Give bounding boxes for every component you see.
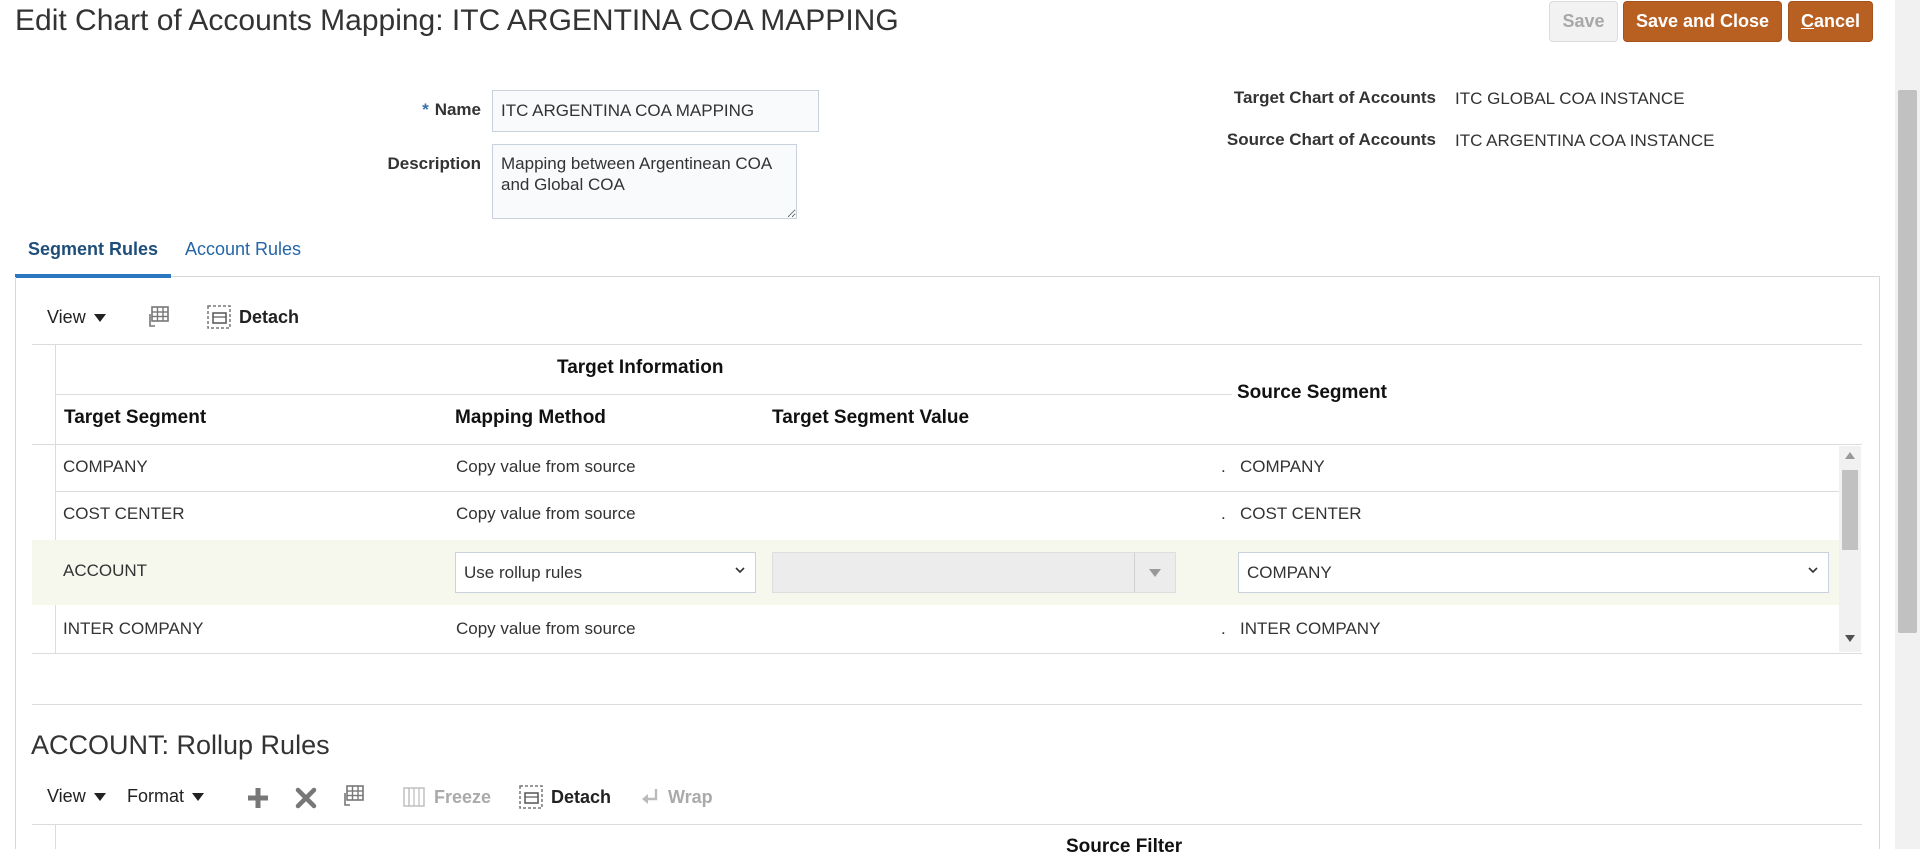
freeze-button: Freeze [434, 787, 492, 807]
freeze-columns-icon[interactable] [341, 783, 367, 809]
table-row-1-separator: . [1221, 457, 1226, 476]
add-icon[interactable] [245, 785, 271, 811]
cancel-button[interactable]: Cancel [1788, 1, 1873, 42]
rollup-row-header-divider [55, 824, 56, 849]
cancel-accesskey: C [1800, 11, 1814, 31]
page-scrollbar-thumb[interactable] [1898, 90, 1917, 633]
wrap-icon [642, 789, 658, 804]
freeze-columns-icon[interactable] [146, 304, 172, 330]
target-segment-value-combobox[interactable] [772, 552, 1176, 593]
view-menu-label: View [47, 307, 86, 327]
required-indicator: * [422, 100, 429, 119]
mapping-method-select-value: Use rollup rules [464, 562, 583, 582]
chevron-down-icon [1808, 567, 1818, 574]
caret-down-icon [192, 793, 205, 802]
table-top-border [32, 344, 1862, 345]
rollup-detach-button[interactable]: Detach [551, 787, 611, 808]
table-bottom-border [32, 653, 1862, 654]
table-row-2-target-segment: COST CENTER [63, 504, 185, 523]
target-coa-value: ITC GLOBAL COA INSTANCE [1455, 89, 1685, 108]
detach-button[interactable]: Detach [239, 307, 299, 328]
wrap-button: Wrap [668, 787, 713, 807]
source-segment-select-value: COMPANY [1247, 562, 1332, 582]
description-label: Description [387, 154, 481, 173]
save-and-close-button[interactable]: Save and Close [1623, 1, 1782, 42]
caret-down-icon [93, 314, 106, 323]
rollup-view-menu[interactable]: View [47, 786, 106, 807]
table-row-1-mapping-method: Copy value from source [456, 457, 636, 476]
page-title: Edit Chart of Accounts Mapping: ITC ARGE… [15, 4, 899, 37]
combobox-dropdown-button[interactable] [1134, 553, 1175, 592]
table-scrollbar-thumb[interactable] [1842, 470, 1858, 550]
description-textarea[interactable]: Mapping between Argentinean COA and Glob… [492, 144, 797, 219]
view-menu[interactable]: View [47, 307, 106, 328]
name-label-text: Name [434, 100, 481, 119]
cancel-label-rest: ancel [1813, 11, 1861, 31]
detach-icon[interactable] [518, 784, 544, 810]
rollup-format-menu[interactable]: Format [127, 786, 205, 807]
tab-account-rules[interactable]: Account Rules [185, 239, 301, 260]
mapping-method-select[interactable]: Use rollup rules [455, 552, 756, 593]
source-coa-label: Source Chart of Accounts [1226, 130, 1436, 149]
table-row-2-source-segment: COST CENTER [1240, 504, 1362, 523]
source-segment-select[interactable]: COMPANY [1238, 552, 1829, 593]
rollup-format-label: Format [127, 786, 185, 806]
table-row-1-target-segment: COMPANY [63, 457, 148, 476]
table-row-3-target-segment: ACCOUNT [63, 561, 148, 580]
tab-segment-rules[interactable]: Segment Rules [28, 239, 158, 260]
scroll-down-icon[interactable] [1845, 635, 1855, 642]
column-header-target-segment[interactable]: Target Segment [64, 407, 206, 429]
table-row-4-source-segment: INTER COMPANY [1240, 619, 1381, 638]
caret-down-icon [93, 793, 106, 802]
table-row-4-target-segment: INTER COMPANY [63, 619, 204, 638]
column-header-target-segment-value[interactable]: Target Segment Value [772, 407, 969, 429]
source-coa-value: ITC ARGENTINA COA INSTANCE [1455, 131, 1715, 150]
row-divider [56, 491, 1839, 492]
detach-icon[interactable] [206, 304, 232, 330]
table-row-4-separator: . [1221, 619, 1226, 638]
target-coa-label: Target Chart of Accounts [1233, 88, 1436, 107]
scroll-up-icon[interactable] [1845, 452, 1855, 459]
rollup-view-label: View [47, 786, 86, 806]
table-row-4-mapping-method: Copy value from source [456, 619, 636, 638]
target-information-header: Target Information [557, 357, 724, 378]
column-header-mapping-method[interactable]: Mapping Method [455, 407, 606, 429]
source-filter-header: Source Filter [1066, 836, 1183, 857]
chevron-down-icon [735, 567, 745, 574]
rollup-table-top-border [32, 824, 1862, 825]
freeze-icon [403, 787, 425, 807]
delete-icon[interactable] [293, 785, 319, 811]
header-bottom-border [32, 444, 1862, 445]
row-header-divider [55, 344, 56, 654]
column-header-source-segment[interactable]: Source Segment [1237, 382, 1387, 404]
group-header-divider [56, 394, 1232, 395]
rollup-rules-title: ACCOUNT: Rollup Rules [31, 730, 330, 760]
section-divider [32, 704, 1862, 705]
save-button[interactable]: Save [1549, 1, 1618, 42]
name-input[interactable] [492, 90, 819, 132]
table-row-2-separator: . [1221, 504, 1226, 523]
triangle-down-icon [1149, 569, 1161, 577]
name-label: * Name [350, 100, 481, 120]
table-row-1-source-segment: COMPANY [1240, 457, 1325, 476]
table-row-2-mapping-method: Copy value from source [456, 504, 636, 523]
